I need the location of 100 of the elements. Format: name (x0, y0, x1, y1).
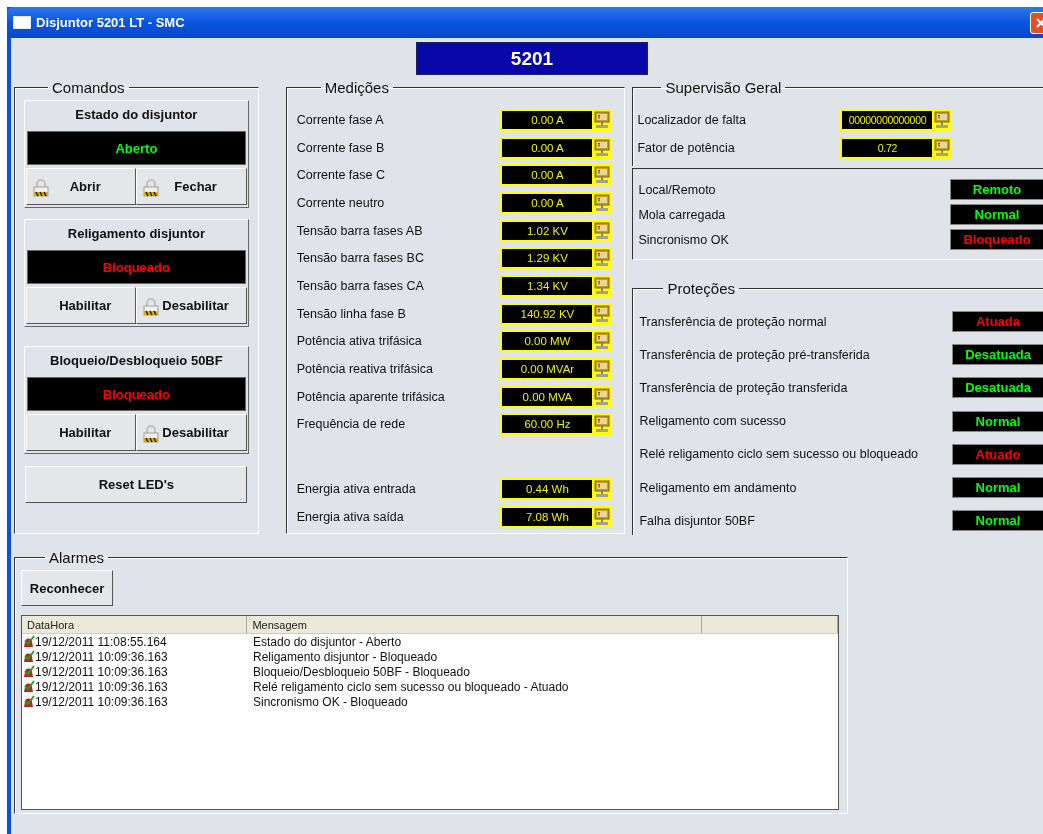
window-icon (13, 16, 31, 29)
table-cell-text: Sincronismo OK - Bloqueado (252, 694, 408, 709)
monitor-icon[interactable] (592, 219, 613, 242)
command-button[interactable]: Desabilitar (136, 287, 247, 324)
status-indicator: Desatuada (952, 344, 1043, 366)
measurement-value: 0.00 A (500, 164, 593, 187)
column-header[interactable]: Mensagem (247, 616, 703, 633)
measurement-label: Potência aparente trifásica (296, 389, 446, 404)
status-label: Transferência de proteção pré-transferida (639, 347, 871, 362)
status-label: Mola carregada (638, 207, 727, 222)
status-indicator: Normal (952, 410, 1043, 432)
monitor-icon[interactable] (592, 191, 613, 214)
padlock-icon (143, 298, 160, 316)
measurement-label: Corrente neutro (296, 195, 386, 210)
measurement-label: Corrente fase B (296, 140, 386, 155)
measurement-label: Tensão barra fases CA (296, 278, 425, 293)
table-cell: 19/12/2011 10:09:36.163 (35, 664, 168, 679)
padlock-icon (143, 179, 160, 197)
command-button[interactable]: Desabilitar (136, 414, 247, 451)
breaker-id-display: 5201 (416, 42, 648, 75)
table-cell: 19/12/2011 10:09:36.163 (35, 694, 168, 709)
group-title: Alarmes (48, 549, 105, 566)
reading-value: 0.72 (840, 137, 933, 159)
status-indicator: Normal (952, 477, 1043, 499)
measurement-label: Energia ativa entrada (296, 482, 417, 497)
status-display: Bloqueado (27, 377, 246, 411)
status-display: Aberto (27, 131, 246, 165)
monitor-icon[interactable] (592, 505, 613, 528)
reading-label: Localizador de falta (637, 113, 747, 127)
group-title: Supervisão Geral (664, 79, 783, 96)
bell-check-icon (22, 695, 35, 708)
status-label: Sincronismo OK (638, 232, 730, 247)
status-indicator: Atuado (952, 443, 1043, 465)
measurement-value: 1.02 KV (500, 219, 593, 242)
status-display: Bloqueado (27, 250, 246, 284)
reset-button[interactable]: Reset LED's (25, 466, 248, 503)
monitor-icon[interactable] (592, 385, 613, 408)
monitor-icon[interactable] (592, 358, 613, 381)
measurement-value: 140.92 KV (500, 302, 593, 325)
status-label: Relé religamento ciclo sem sucesso ou bloqueado (639, 447, 920, 462)
panel-title: Bloqueio/Desbloqueio 50BF (49, 352, 224, 370)
status-label: Religamento com sucesso (639, 414, 788, 429)
status-indicator: Bloqueado (950, 229, 1043, 250)
table-cell: 19/12/2011 10:09:36.163 (35, 679, 168, 694)
padlock-icon (33, 179, 49, 197)
reading-value: 00000000000000 (840, 109, 933, 131)
status-label: Religamento em andamento (639, 480, 798, 495)
measurement-value: 1.29 KV (500, 247, 593, 270)
bell-check-icon (22, 635, 35, 648)
panel-title: Estado do disjuntor (74, 106, 199, 124)
measurement-value: 0.44 Wh (500, 478, 593, 501)
column-header[interactable]: DataHora (22, 616, 248, 633)
group-title: Comandos (51, 79, 126, 96)
measurement-label: Tensão barra fases AB (296, 223, 424, 238)
measurement-label: Corrente fase C (296, 168, 386, 183)
measurement-value: 60.00 Hz (500, 413, 593, 436)
acknowledge-button[interactable]: Reconhecer (21, 570, 113, 606)
group-title: Proteções (666, 280, 736, 297)
table-cell-text: Bloqueio/Desbloqueio 50BF - Bloqueado (252, 664, 470, 679)
monitor-icon[interactable] (592, 164, 613, 187)
status-indicator: Remoto (950, 179, 1043, 200)
bell-check-icon (22, 650, 35, 663)
command-button[interactable]: Habilitar (26, 414, 137, 451)
status-indicator: Atuada (952, 311, 1043, 333)
monitor-icon[interactable] (592, 302, 613, 325)
window-title: Disjuntor 5201 LT - SMC (36, 15, 185, 30)
monitor-icon[interactable] (592, 136, 613, 159)
monitor-icon[interactable] (932, 109, 953, 131)
padlock-icon (143, 425, 160, 443)
monitor-icon[interactable] (592, 478, 613, 501)
measurement-label: Frequência de rede (296, 417, 407, 432)
measurement-label: Potência ativa trifásica (296, 334, 423, 349)
table-cell: 19/12/2011 10:09:36.163 (35, 649, 168, 664)
monitor-icon[interactable] (592, 413, 613, 436)
monitor-icon[interactable] (932, 137, 953, 159)
monitor-icon[interactable] (592, 274, 613, 297)
bell-check-icon (22, 665, 35, 678)
measurement-label: Energia ativa saída (296, 509, 405, 524)
command-button[interactable]: Habilitar (26, 287, 137, 324)
reading-label: Fator de potência (637, 141, 736, 155)
command-button[interactable]: Abrir (26, 168, 137, 205)
status-label: Transferência de proteção transferida (639, 380, 849, 395)
measurement-label: Tensão linha fase B (296, 306, 407, 321)
monitor-icon[interactable] (592, 247, 613, 270)
monitor-icon[interactable] (592, 108, 613, 131)
measurement-value: 0.00 MVA (500, 385, 593, 408)
status-label: Local/Remoto (638, 182, 717, 197)
monitor-icon[interactable] (592, 330, 613, 353)
table-cell-text: Religamento disjuntor - Bloqueado (252, 649, 438, 664)
measurement-value: 0.00 A (500, 136, 593, 159)
panel-title: Religamento disjuntor (66, 225, 206, 243)
command-button[interactable]: Fechar (136, 168, 247, 205)
status-label: Transferência de proteção normal (639, 314, 828, 329)
group-title: Medições (323, 79, 390, 96)
measurement-label: Potência reativa trifásica (296, 362, 434, 377)
measurement-value: 1.34 KV (500, 274, 593, 297)
measurement-label: Tensão barra fases BC (296, 251, 425, 266)
status-indicator: Desatuada (952, 377, 1043, 399)
table-cell: 19/12/2011 11:08:55.164 (35, 634, 167, 649)
status-indicator: Normal (952, 510, 1043, 532)
